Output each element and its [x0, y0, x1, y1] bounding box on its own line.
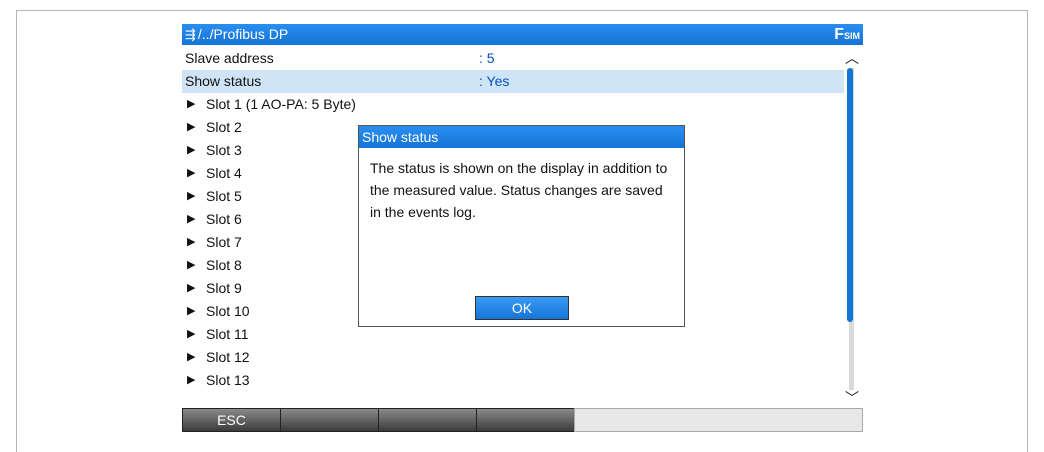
scroll-up-icon[interactable]: ︿	[844, 48, 860, 66]
expand-arrow-icon: ▶	[187, 213, 196, 225]
menu-nav-icon: ⇶	[185, 27, 196, 42]
param-slave-address[interactable]: Slave address : 5	[182, 47, 844, 70]
slot-label: Slot 7	[206, 234, 242, 250]
breadcrumb-path: /../Profibus DP	[197, 26, 289, 42]
slot-label: Slot 6	[206, 211, 242, 227]
softkey-bar: ESC	[182, 408, 863, 432]
expand-arrow-icon: ▶	[187, 190, 196, 202]
device-display: ⇶/../Profibus DP FSIM Slave address : 5 …	[182, 24, 863, 432]
slot-label: Slot 5	[206, 188, 242, 204]
slot-item-12[interactable]: ▶ Slot 12	[182, 346, 844, 369]
esc-button[interactable]: ESC	[182, 408, 281, 432]
expand-arrow-icon: ▶	[187, 121, 196, 133]
softkey-blank	[574, 408, 863, 432]
slot-label: Slot 12	[206, 349, 250, 365]
param-value: : Yes	[479, 73, 510, 89]
slot-label: Slot 8	[206, 257, 242, 273]
frame-top-line	[16, 10, 1028, 11]
param-label: Show status	[185, 73, 262, 89]
slot-item-1[interactable]: ▶ Slot 1 (1 AO-PA: 5 Byte)	[182, 93, 844, 116]
dialog-title: Show status	[359, 126, 684, 148]
softkey-2[interactable]	[280, 408, 379, 432]
slot-label: Slot 13	[206, 372, 250, 388]
status-flags: FSIM	[834, 24, 860, 47]
slot-item-13[interactable]: ▶ Slot 13	[182, 369, 844, 392]
expand-arrow-icon: ▶	[187, 374, 196, 386]
scrollbar-thumb[interactable]	[847, 68, 853, 322]
dialog-text: The status is shown on the display in ad…	[370, 160, 668, 220]
frame-left-line	[16, 10, 17, 452]
status-flag-f: F	[834, 26, 844, 43]
softkey-4[interactable]	[476, 408, 575, 432]
expand-arrow-icon: ▶	[187, 259, 196, 271]
ok-button[interactable]: OK	[475, 296, 569, 320]
param-value: : 5	[479, 50, 495, 66]
expand-arrow-icon: ▶	[187, 328, 196, 340]
frame-right-line	[1027, 10, 1028, 452]
softkey-3[interactable]	[378, 408, 477, 432]
slot-label: Slot 2	[206, 119, 242, 135]
expand-arrow-icon: ▶	[187, 305, 196, 317]
breadcrumb: ⇶/../Profibus DP	[185, 24, 288, 45]
slot-label: Slot 9	[206, 280, 242, 296]
slot-label: Slot 3	[206, 142, 242, 158]
param-label: Slave address	[185, 50, 274, 66]
expand-arrow-icon: ▶	[187, 236, 196, 248]
title-bar: ⇶/../Profibus DP FSIM	[182, 24, 863, 45]
slot-label: Slot 10	[206, 303, 250, 319]
expand-arrow-icon: ▶	[187, 282, 196, 294]
expand-arrow-icon: ▶	[187, 98, 196, 110]
slot-label: Slot 11	[206, 326, 249, 342]
help-dialog: Show status The status is shown on the d…	[358, 125, 685, 327]
expand-arrow-icon: ▶	[187, 167, 196, 179]
expand-arrow-icon: ▶	[187, 351, 196, 363]
slot-label: Slot 1 (1 AO-PA: 5 Byte)	[206, 96, 356, 112]
sim-badge: SIM	[843, 31, 860, 41]
slot-label: Slot 4	[206, 165, 242, 181]
expand-arrow-icon: ▶	[187, 144, 196, 156]
param-show-status[interactable]: Show status : Yes	[182, 70, 844, 93]
scroll-down-icon[interactable]: ﹀	[844, 388, 860, 406]
